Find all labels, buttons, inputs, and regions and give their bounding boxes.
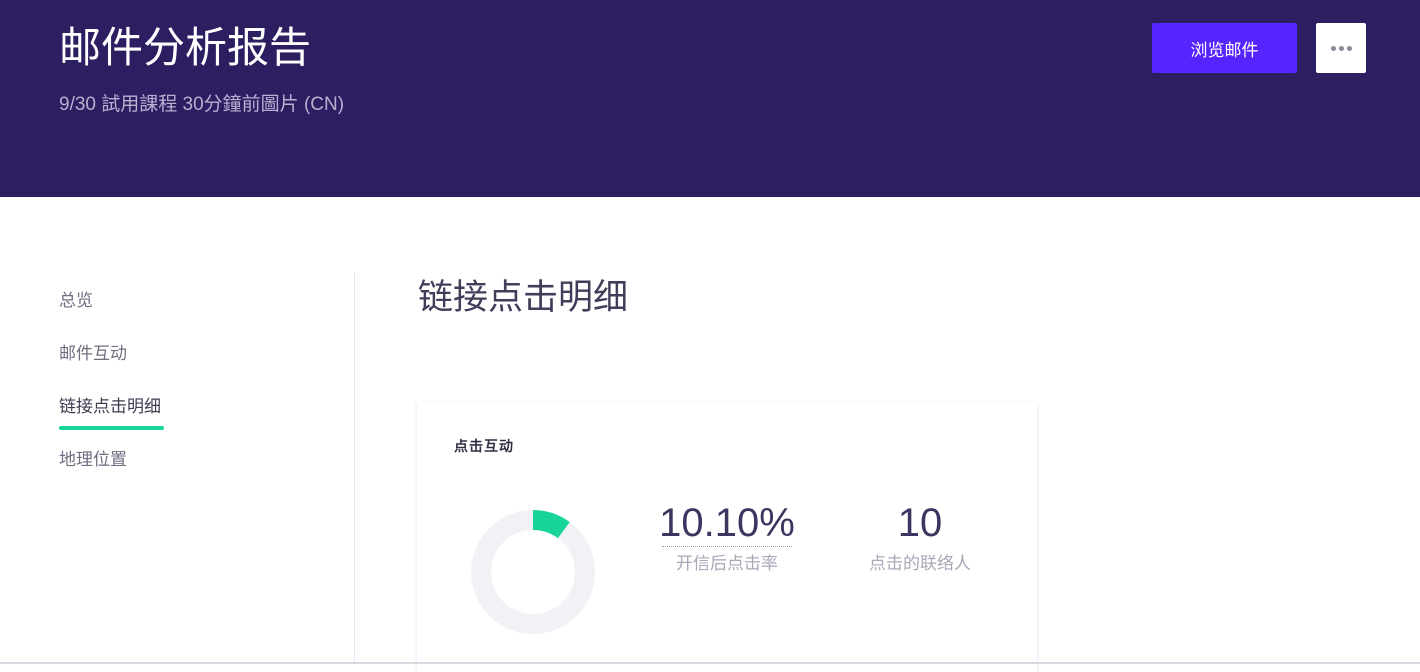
sidebar-item-geolocation[interactable]: 地理位置 — [59, 449, 127, 471]
click-rate-donut-chart — [471, 510, 595, 634]
clicked-contacts-label: 点击的联络人 — [869, 554, 971, 573]
sidebar-nav: 总览 邮件互动 链接点击明细 地理位置 — [0, 272, 355, 664]
browse-email-button[interactable]: 浏览邮件 — [1152, 23, 1297, 73]
more-options-button[interactable] — [1316, 23, 1366, 73]
click-rate-underline — [662, 546, 792, 547]
active-tab-indicator — [59, 426, 164, 430]
clicked-contacts-value: 10 — [897, 501, 943, 545]
more-dot — [1346, 45, 1352, 51]
click-rate-value: 10.10% — [659, 501, 795, 545]
more-dots-icon — [1330, 45, 1336, 51]
sidebar-item-link-clicks[interactable]: 链接点击明细 — [59, 396, 161, 418]
sidebar-item-email-engagement[interactable]: 邮件互动 — [59, 343, 127, 365]
card-title: 点击互动 — [454, 438, 514, 454]
page-title: 邮件分析报告 — [59, 24, 312, 71]
page-subtitle: 9/30 試用課程 30分鐘前圖片 (CN) — [59, 94, 345, 115]
section-title: 链接点击明细 — [418, 278, 629, 317]
donut-progress-arc — [532, 510, 570, 539]
click-engagement-card: 点击互动 10.10% 开信后点击率 10 点击的联络人 — [417, 402, 1037, 672]
click-rate-label: 开信后点击率 — [676, 554, 778, 573]
report-header: 邮件分析报告 9/30 試用課程 30分鐘前圖片 (CN) 浏览邮件 — [0, 0, 1420, 197]
more-dot — [1338, 45, 1344, 51]
donut-track — [471, 510, 595, 634]
sidebar-item-overview[interactable]: 总览 — [59, 290, 93, 312]
